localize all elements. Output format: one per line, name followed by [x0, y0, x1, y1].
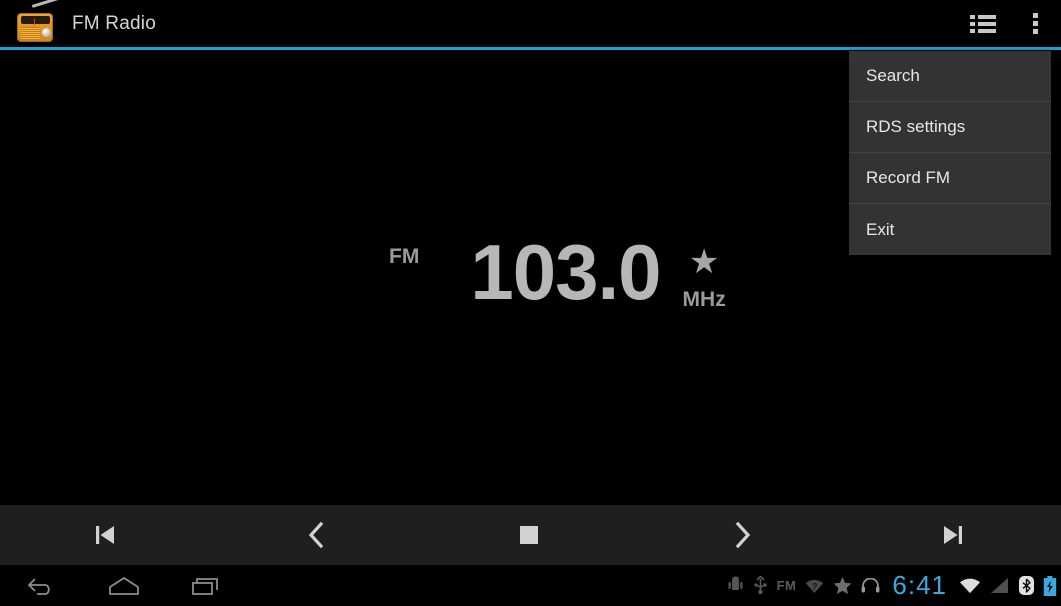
headphones-icon: [861, 578, 880, 593]
frequency-side-group: ★ MHz: [683, 245, 726, 312]
menu-item-label: RDS settings: [866, 117, 966, 136]
menu-item-label: Exit: [866, 219, 895, 239]
android-system-nav-bar: FM ? 6:41: [0, 565, 1061, 606]
frequency-unit-label: MHz: [682, 288, 726, 311]
status-clock: 6:41: [892, 570, 947, 600]
status-bar-icons: FM ? 6:41: [718, 565, 1057, 606]
list-icon: [970, 14, 996, 33]
action-bar: FM Radio: [0, 0, 1061, 47]
nav-home-button[interactable]: [92, 565, 156, 606]
chevron-left-icon: [308, 521, 324, 549]
stop-square-icon: [520, 526, 538, 544]
stop-button[interactable]: [497, 505, 561, 565]
star-icon[interactable]: ★: [689, 245, 719, 279]
nav-back-button[interactable]: [9, 565, 73, 606]
player-control-bar: [0, 505, 1061, 565]
band-label: FM: [389, 245, 420, 268]
menu-item-rds-settings[interactable]: RDS settings: [849, 102, 1051, 153]
station-list-button[interactable]: [957, 0, 1009, 47]
fm-radio-app-icon: [14, 0, 60, 44]
fm-active-icon: FM: [776, 578, 797, 593]
radio-display-icon-part: [21, 15, 50, 25]
android-debug-icon: [727, 576, 744, 595]
nav-recents-button[interactable]: [175, 565, 239, 606]
menu-item-search[interactable]: Search: [849, 51, 1051, 102]
usb-icon: [753, 576, 768, 595]
tune-down-button[interactable]: [285, 505, 349, 565]
wifi-icon: [959, 577, 981, 594]
svg-text:?: ?: [812, 582, 818, 593]
wifi-unknown-icon: ?: [805, 578, 824, 594]
menu-item-label: Search: [866, 66, 920, 85]
frequency-readout[interactable]: FM 103.0 ★ MHz: [389, 228, 726, 316]
overflow-menu-popup: Search RDS settings Record FM Exit: [849, 51, 1051, 255]
next-station-button[interactable]: [921, 505, 985, 565]
fm-radio-app-screen: FM Radio Search RDS settings Record FM E…: [0, 0, 1061, 606]
skip-next-icon: [944, 526, 962, 544]
menu-item-exit[interactable]: Exit: [849, 204, 1051, 255]
cellular-signal-icon: [990, 577, 1010, 594]
skip-previous-icon: [96, 526, 114, 544]
star-icon: [833, 576, 852, 595]
bluetooth-icon: [1019, 576, 1034, 595]
back-arrow-icon: [27, 577, 50, 595]
overflow-menu-button[interactable]: [1009, 0, 1061, 47]
app-title: FM Radio: [72, 12, 156, 34]
overflow-menu-icon: [1032, 12, 1038, 35]
radio-body-icon-part: [17, 12, 53, 42]
home-icon: [109, 576, 139, 595]
recents-icon: [192, 577, 218, 595]
antenna-icon-part: [31, 0, 60, 8]
tune-up-button[interactable]: [710, 505, 774, 565]
menu-item-label: Record FM: [866, 168, 951, 187]
battery-charging-icon: [1043, 575, 1057, 596]
previous-station-button[interactable]: [73, 505, 137, 565]
radio-knob-icon-part: [42, 27, 51, 37]
radio-grille-icon-part: [21, 26, 40, 40]
chevron-right-icon: [735, 521, 751, 549]
tuner-needle-icon-part: [34, 18, 35, 25]
menu-item-record-fm[interactable]: Record FM: [849, 153, 1051, 204]
frequency-value: 103.0: [470, 228, 661, 316]
